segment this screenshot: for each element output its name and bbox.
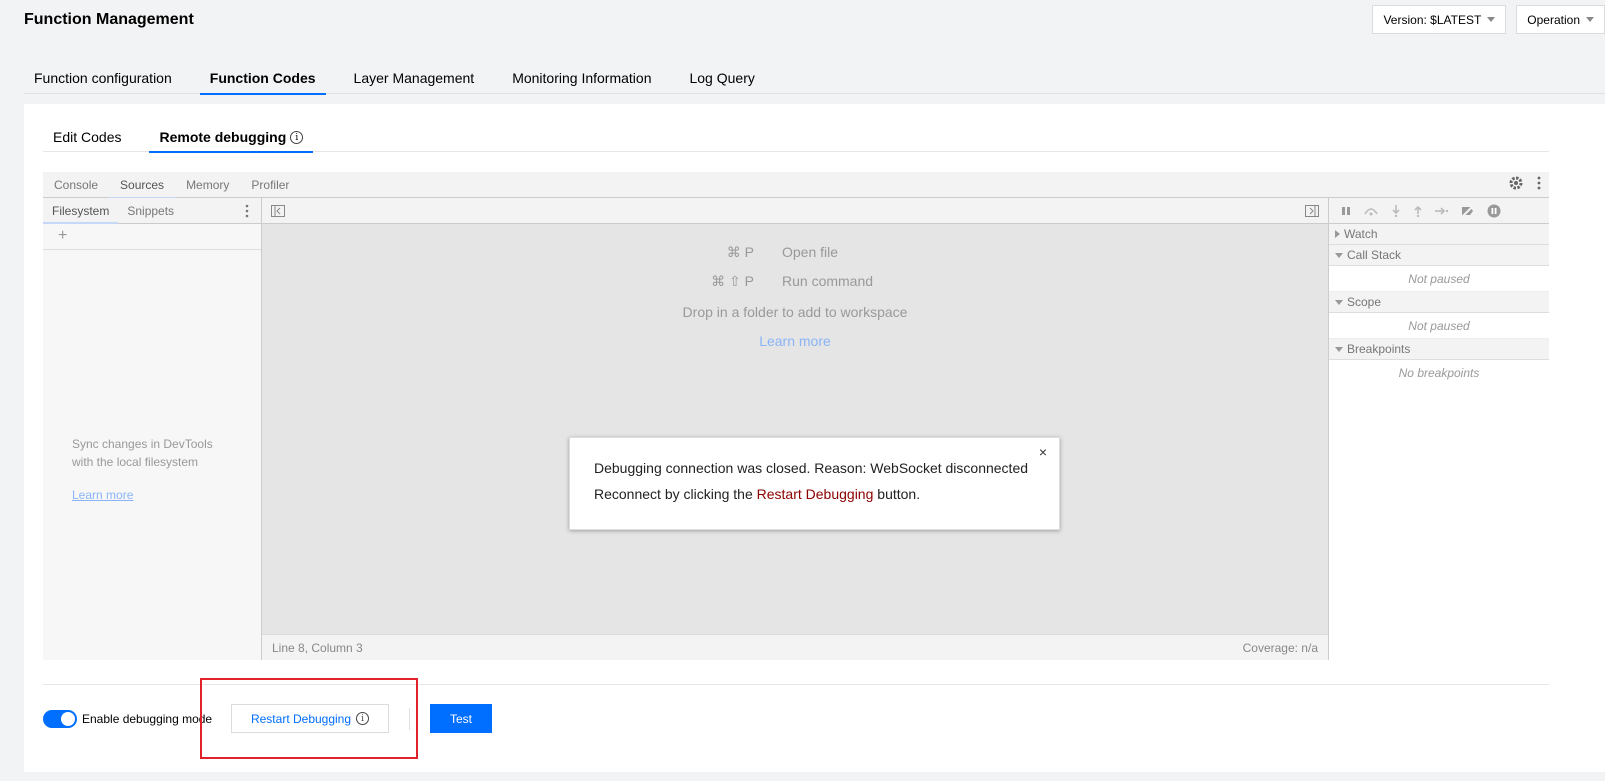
devtools-right-icons — [1509, 176, 1541, 190]
drop-folder-message: Drop in a folder to add to workspace — [682, 304, 908, 320]
debugging-mode-toggle[interactable] — [43, 710, 77, 728]
triangle-down-icon — [1335, 299, 1343, 305]
sync-message: Sync changes in DevTools with the local … — [72, 437, 213, 469]
tab-monitoring-information[interactable]: Monitoring Information — [502, 60, 661, 94]
shortcut-action: Run command — [782, 273, 874, 289]
toggle-navigator-icon[interactable] — [271, 205, 285, 217]
scope-empty: Not paused — [1329, 313, 1549, 339]
pause-icon[interactable] — [1341, 206, 1351, 216]
info-icon[interactable]: i — [290, 131, 304, 144]
test-button[interactable]: Test — [430, 704, 492, 733]
page-title: Function Management — [24, 11, 194, 28]
step-over-icon[interactable] — [1363, 206, 1379, 216]
more-vertical-icon[interactable] — [245, 204, 249, 218]
add-folder-icon[interactable]: + — [43, 224, 261, 250]
watch-label: Watch — [1344, 227, 1378, 241]
restart-debugging-button[interactable]: Restart Debugging i — [231, 704, 389, 733]
toggle-debugger-icon[interactable] — [1305, 205, 1319, 217]
devtools-tab-profiler[interactable]: Profiler — [240, 172, 300, 198]
debugger-pane: Watch Call Stack Not paused Scope Not pa… — [1328, 198, 1549, 660]
shortcut-run-command: ⌘ ⇧ P Run command — [582, 273, 873, 290]
shortcut-key: ⌘ P — [726, 244, 754, 260]
learn-more-link[interactable]: Learn more — [72, 488, 133, 502]
sub-tabs: Edit Codes Remote debugging i — [43, 124, 1549, 153]
tab-layer-management[interactable]: Layer Management — [344, 60, 485, 94]
tab-log-query[interactable]: Log Query — [679, 60, 764, 94]
tab-edit-codes[interactable]: Edit Codes — [43, 124, 131, 152]
scope-section[interactable]: Scope — [1329, 292, 1549, 313]
connection-closed-dialog: × Debugging connection was closed. Reaso… — [569, 437, 1060, 530]
editor-toolbar — [262, 198, 1328, 224]
version-label: Version: $LATEST — [1383, 12, 1482, 27]
navigator-pane: Filesystem Snippets + Sync changes in De… — [43, 198, 262, 660]
cursor-position: Line 8, Column 3 — [272, 641, 363, 655]
scope-label: Scope — [1347, 295, 1382, 309]
tab-remote-debugging-label: Remote debugging — [159, 129, 287, 145]
operation-label: Operation — [1527, 12, 1580, 27]
call-stack-label: Call Stack — [1347, 248, 1402, 262]
breakpoints-label: Breakpoints — [1347, 342, 1411, 356]
dialog-text: Reconnect by clicking the — [594, 486, 757, 502]
editor-area: ⌘ P Open file ⌘ ⇧ P Run command Drop in … — [262, 198, 1328, 660]
call-stack-section[interactable]: Call Stack — [1329, 245, 1549, 266]
navigator-tabbar: Filesystem Snippets — [43, 198, 261, 224]
devtools-tabbar: Console Sources Memory Profiler — [43, 172, 1549, 199]
operation-dropdown[interactable]: Operation — [1516, 5, 1605, 34]
debugging-mode-label: Enable debugging mode — [82, 712, 213, 726]
tab-function-configuration[interactable]: Function configuration — [24, 60, 182, 94]
dialog-message: Debugging connection was closed. Reason:… — [594, 460, 1029, 476]
tab-edit-codes-label: Edit Codes — [53, 129, 122, 145]
button-separator — [409, 708, 410, 730]
chevron-down-icon — [1487, 17, 1496, 22]
top-right-controls: Version: $LATEST Operation — [1372, 5, 1605, 34]
navigator-tab-snippets[interactable]: Snippets — [118, 198, 183, 223]
chevron-down-icon — [1586, 17, 1594, 22]
main-tabs: Function configuration Function Codes La… — [24, 60, 1605, 95]
restart-debugging-label: Restart Debugging — [250, 711, 352, 726]
content-card: Edit Codes Remote debugging i Console So… — [24, 104, 1605, 772]
info-icon[interactable]: i — [356, 712, 370, 725]
dialog-text: button. — [873, 486, 921, 502]
devtools-tab-console[interactable]: Console — [43, 172, 109, 198]
gear-icon[interactable] — [1509, 176, 1523, 190]
triangle-down-icon — [1335, 346, 1343, 352]
footer-divider — [43, 684, 1549, 685]
coverage-status: Coverage: n/a — [1242, 641, 1318, 655]
learn-more-link[interactable]: Learn more — [262, 333, 1328, 349]
triangle-down-icon — [1335, 252, 1343, 258]
editor-status-bar: Line 8, Column 3 Coverage: n/a — [262, 634, 1328, 660]
breakpoints-empty: No breakpoints — [1398, 366, 1480, 380]
more-vertical-icon[interactable] — [1537, 176, 1541, 190]
shortcut-action: Open file — [782, 244, 839, 260]
shortcut-key: ⌘ ⇧ P — [711, 273, 754, 289]
close-icon[interactable]: × — [1039, 444, 1047, 460]
call-stack-empty: Not paused — [1329, 266, 1549, 292]
shortcut-open-file: ⌘ P Open file — [582, 244, 838, 261]
deactivate-breakpoints-icon[interactable] — [1461, 204, 1475, 217]
dialog-reconnect-message: Reconnect by clicking the Restart Debugg… — [594, 486, 1035, 502]
debugger-toolbar — [1329, 198, 1549, 224]
step-into-icon[interactable] — [1391, 204, 1401, 217]
step-out-icon[interactable] — [1413, 205, 1423, 217]
breakpoints-section[interactable]: Breakpoints — [1329, 339, 1549, 360]
version-dropdown[interactable]: Version: $LATEST — [1372, 5, 1507, 34]
tab-remote-debugging[interactable]: Remote debugging i — [149, 124, 314, 153]
pause-on-exceptions-icon[interactable] — [1487, 204, 1501, 218]
dialog-restart-highlight: Restart Debugging — [756, 486, 874, 502]
triangle-right-icon — [1335, 230, 1340, 238]
devtools-tab-memory[interactable]: Memory — [175, 172, 240, 198]
navigator-tab-filesystem[interactable]: Filesystem — [43, 198, 119, 224]
tab-function-codes[interactable]: Function Codes — [199, 60, 326, 95]
devtools-panel: Console Sources Memory Profiler Filesyst… — [43, 172, 1549, 660]
devtools-tab-sources[interactable]: Sources — [109, 172, 176, 199]
step-icon[interactable] — [1435, 206, 1449, 216]
watch-section[interactable]: Watch — [1329, 224, 1549, 245]
